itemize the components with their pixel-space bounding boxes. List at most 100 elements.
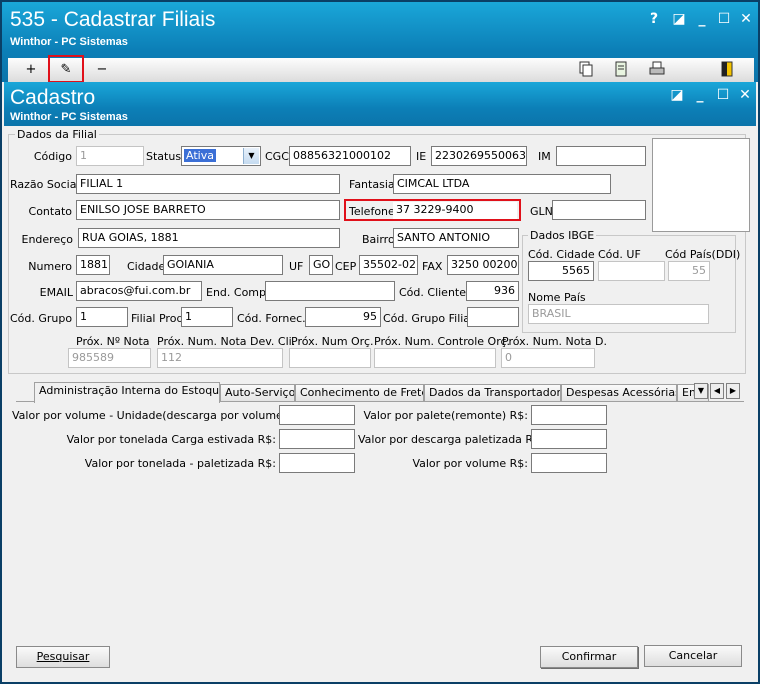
endcomp-field[interactable] <box>265 281 395 301</box>
nomepais-label: Nome País <box>528 291 586 304</box>
tab-scroll-right-icon[interactable]: ▶ <box>726 383 740 399</box>
confirmar-button[interactable]: Confirmar <box>540 646 638 668</box>
proxorc-label: Próx. Num Orç. <box>291 335 374 348</box>
codigo-field[interactable]: 1 <box>76 146 144 166</box>
endereco-label: Endereço <box>21 233 74 246</box>
contato-field[interactable]: ENILSO JOSE BARRETO <box>76 200 340 220</box>
razao-field[interactable]: FILIAL 1 <box>76 174 340 194</box>
codcliente-label: Cód. Cliente <box>399 286 466 299</box>
volume-field[interactable] <box>531 453 607 473</box>
proxnotad-field[interactable]: 0 <box>501 348 595 368</box>
desc-palet-field[interactable] <box>531 429 607 449</box>
gln-field[interactable] <box>552 200 646 220</box>
dados-filial-title: Dados da Filial <box>15 128 99 141</box>
exit-door-icon[interactable] <box>718 61 736 79</box>
status-select[interactable]: Ativa ▼ <box>181 146 261 166</box>
palete-field[interactable] <box>531 405 607 425</box>
tab-menu-icon[interactable]: ▼ <box>694 383 708 399</box>
numero-field[interactable]: 1881 <box>76 255 110 275</box>
vol-unid-field[interactable] <box>279 405 355 425</box>
codcliente-field[interactable]: 936 <box>466 281 519 301</box>
copy-icon[interactable] <box>576 61 594 79</box>
cep-label: CEP <box>335 260 357 273</box>
cancelar-button[interactable]: Cancelar <box>644 645 742 667</box>
ie-field[interactable]: 2230269550063 <box>431 146 527 166</box>
remove-icon[interactable]: − <box>93 61 111 79</box>
ie-label: IE <box>416 150 427 163</box>
volume-label: Valor por volume R$: <box>412 457 528 470</box>
codcidade-field[interactable]: 5565 <box>528 261 594 281</box>
dialog-subtitle: Winthor - PC Sistemas <box>10 111 128 123</box>
fantasia-field[interactable]: CIMCAL LTDA <box>393 174 611 194</box>
pesquisar-button[interactable]: Pesquisar <box>16 646 110 668</box>
help-icon[interactable]: ? <box>645 10 663 28</box>
status-label: Status <box>146 150 182 163</box>
codgrupofilial-field[interactable] <box>467 307 519 327</box>
cgc-label: CGC <box>265 150 289 163</box>
bairro-label: Bairro <box>362 233 395 246</box>
tab-despesas-acessorias[interactable]: Despesas Acessórias <box>561 384 677 402</box>
endereco-field[interactable]: RUA GOIAS, 1881 <box>78 228 340 248</box>
vol-unid-label: Valor por volume - Unidade(descarga por … <box>12 409 306 422</box>
codpais-label: Cód País(DDI) <box>665 248 741 261</box>
fantasia-label: Fantasia <box>349 178 395 191</box>
codcidade-label: Cód. Cidade <box>528 248 595 261</box>
cep-field[interactable]: 35502-027 <box>359 255 418 275</box>
tab-auto-servico[interactable]: Auto-Serviço <box>220 384 295 402</box>
palete-label: Valor por palete(remonte) R$: <box>363 409 528 422</box>
fax-label: FAX <box>422 260 443 273</box>
chevron-down-icon[interactable]: ▼ <box>243 148 259 164</box>
print-icon[interactable] <box>648 61 666 79</box>
photo-box[interactable] <box>652 138 750 232</box>
minimize-icon[interactable]: _ <box>693 10 711 28</box>
dialog-close-icon[interactable]: ✕ <box>736 86 754 104</box>
telefone-field[interactable]: 37 3229-9400 <box>393 202 517 219</box>
tab-administracao-estoque[interactable]: Administração Interna do Estoque <box>34 382 220 403</box>
window-subtitle: Winthor - PC Sistemas <box>10 36 128 48</box>
proxorc-field[interactable] <box>289 348 371 368</box>
main-window: 535 - Cadastrar Filiais Winthor - PC Sis… <box>0 0 760 684</box>
tab-conhecimento-frete[interactable]: Conhecimento de Frete <box>295 384 424 402</box>
codfornec-field[interactable]: 95 <box>305 307 381 327</box>
dialog-title: Cadastro <box>10 86 96 109</box>
razao-label: Razão Social <box>10 178 80 191</box>
coduf-label: Cód. UF <box>598 248 641 261</box>
codgrupo-field[interactable]: 1 <box>76 307 128 327</box>
proxnota-field[interactable]: 985589 <box>68 348 151 368</box>
status-value: Ativa <box>184 149 216 162</box>
im-field[interactable] <box>556 146 646 166</box>
filialprod-field[interactable]: 1 <box>181 307 233 327</box>
tab-dados-transportadora[interactable]: Dados da Transportadora <box>424 384 561 402</box>
toolbar: + ✎ − <box>8 55 754 83</box>
uf-label: UF <box>289 260 304 273</box>
dialog-maximize-icon[interactable]: ☐ <box>714 86 732 104</box>
ton-carga-field[interactable] <box>279 429 355 449</box>
telefone-label: Telefone <box>349 205 395 218</box>
cgc-field[interactable]: 08856321000102 <box>289 146 411 166</box>
codpais-field[interactable]: 55 <box>668 261 710 281</box>
proxctrl-field[interactable] <box>374 348 496 368</box>
cidade-field[interactable]: GOIANIA <box>163 255 283 275</box>
bairro-field[interactable]: SANTO ANTONIO <box>393 228 519 248</box>
proxnota-label: Próx. Nº Nota <box>76 335 150 348</box>
email-field[interactable]: abracos@fui.com.br <box>76 281 202 301</box>
proxdev-field[interactable]: 112 <box>157 348 283 368</box>
dialog-restore-icon[interactable]: ◪ <box>668 86 686 104</box>
coduf-field[interactable] <box>598 261 665 281</box>
ton-carga-label: Valor por tonelada Carga estivada R$: <box>66 433 276 446</box>
nomepais-field[interactable]: BRASIL <box>528 304 709 324</box>
add-icon[interactable]: + <box>22 61 40 79</box>
maximize-icon[interactable]: ☐ <box>715 10 733 28</box>
ton-palet-field[interactable] <box>279 453 355 473</box>
dialog-title-bar: Cadastro Winthor - PC Sistemas ◪ _ ☐ ✕ <box>4 82 756 126</box>
fax-field[interactable]: 3250 00200 <box>447 255 519 275</box>
restore-icon[interactable]: ◪ <box>670 10 688 28</box>
document-icon[interactable] <box>612 61 630 79</box>
close-icon[interactable]: ✕ <box>737 10 755 28</box>
proxctrl-label: Próx. Num. Controle Orç. <box>374 335 511 348</box>
window-title: 535 - Cadastrar Filiais <box>10 8 216 31</box>
dialog-minimize-icon[interactable]: _ <box>691 86 709 104</box>
tab-scroll-left-icon[interactable]: ◀ <box>710 383 724 399</box>
gln-label: GLN <box>530 205 553 218</box>
uf-field[interactable]: GO <box>309 255 333 275</box>
